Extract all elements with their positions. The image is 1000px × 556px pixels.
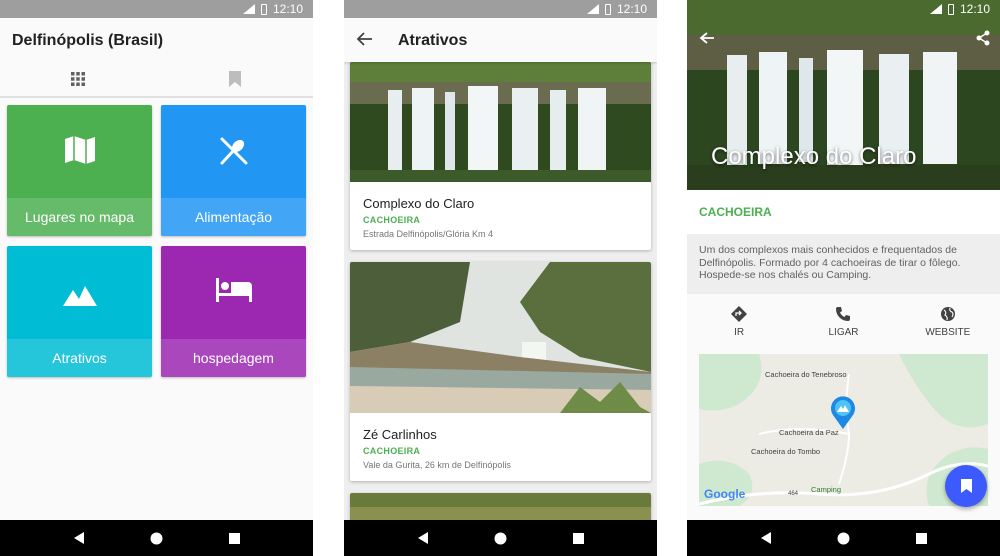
back-arrow-icon[interactable]: [356, 30, 374, 48]
grid-icon: [71, 72, 86, 86]
phone-icon: [836, 307, 851, 321]
directions-icon: [731, 306, 748, 322]
website-button[interactable]: WEBSITE: [896, 294, 1000, 350]
map-label: Camping: [811, 485, 842, 494]
signal-icon: [929, 4, 942, 14]
bookmark-icon: [960, 479, 972, 493]
status-time: 12:10: [959, 2, 990, 16]
battery-icon: [947, 3, 954, 15]
list-item[interactable]: Complexo do Claro CACHOEIRA Estrada Delf…: [350, 62, 651, 250]
home-screen: 12:10 Delfinópolis (Brasil) Lugares no m…: [0, 0, 313, 556]
action-bar: IR LIGAR WEBSITE: [687, 294, 1000, 350]
back-nav-icon[interactable]: [417, 532, 429, 544]
bookmark-icon: [228, 71, 241, 87]
back-arrow-icon[interactable]: [699, 30, 715, 46]
signal-icon: [242, 4, 255, 14]
map-pin-icon[interactable]: [830, 396, 856, 430]
back-nav-icon[interactable]: [760, 532, 772, 544]
home-nav-icon[interactable]: [494, 532, 507, 545]
card-title: Zé Carlinhos: [363, 427, 437, 442]
card-category: CACHOEIRA: [363, 215, 421, 225]
status-time: 12:10: [272, 2, 303, 16]
tile-label: Alimentação: [161, 198, 306, 236]
tile-label: Lugares no mapa: [7, 198, 152, 236]
action-label: IR: [734, 327, 745, 338]
list-item[interactable]: Zé Carlinhos CACHOEIRA Vale da Gurita, 2…: [350, 262, 651, 481]
tile-label: hospedagem: [161, 339, 306, 377]
category-label: CACHOEIRA: [699, 205, 772, 219]
signal-icon: [586, 4, 599, 14]
tab-grid[interactable]: [0, 62, 157, 98]
card-category: CACHOEIRA: [363, 446, 421, 456]
share-icon[interactable]: [976, 30, 990, 46]
hotel-bed-icon: [215, 278, 252, 302]
map-label: Cachoeira do Tombo: [751, 447, 821, 456]
back-nav-icon[interactable]: [73, 532, 85, 544]
action-label: WEBSITE: [925, 327, 971, 338]
system-nav-bar: [344, 520, 657, 556]
call-button[interactable]: LIGAR: [791, 294, 895, 350]
page-title: Atrativos: [398, 32, 468, 49]
attractions-screen: 12:10 Atrativos Complexo do Claro CACHOE…: [344, 0, 657, 556]
google-logo: Google: [704, 487, 746, 501]
tile-lugares-no-mapa[interactable]: Lugares no mapa: [7, 105, 152, 236]
waterfall-photo: [350, 62, 651, 182]
hero-header: Complexo do Claro: [687, 0, 1000, 190]
action-label: LIGAR: [828, 327, 859, 338]
landscape-icon: [62, 286, 97, 306]
waterfall-photo: [350, 262, 651, 413]
description: Um dos complexos mais conhecidos e frequ…: [687, 234, 1000, 294]
home-nav-icon[interactable]: [837, 532, 850, 545]
map-icon: [64, 136, 95, 164]
map-label: Cachoeira do Tenebroso: [765, 370, 847, 379]
status-bar: 12:10: [687, 0, 1000, 18]
globe-icon: [940, 307, 955, 321]
tile-hospedagem[interactable]: hospedagem: [161, 246, 306, 377]
battery-icon: [604, 3, 611, 15]
status-time: 12:10: [616, 2, 647, 16]
tile-atrativos[interactable]: Atrativos: [7, 246, 152, 377]
road-number: 464: [788, 491, 799, 497]
system-nav-bar: [687, 520, 1000, 556]
system-nav-bar: [0, 520, 313, 556]
directions-button[interactable]: IR: [687, 294, 791, 350]
card-address: Estrada Delfinópolis/Glória Km 4: [363, 229, 494, 239]
recents-nav-icon[interactable]: [573, 532, 585, 544]
status-bar: 12:10: [0, 0, 313, 18]
card-address: Vale da Gurita, 26 km de Delfinópolis: [363, 460, 511, 470]
app-bar: Atrativos: [344, 18, 657, 62]
app-bar: Delfinópolis (Brasil): [0, 18, 313, 62]
tile-label: Atrativos: [7, 339, 152, 377]
card-title: Complexo do Claro: [363, 196, 475, 211]
page-title: Delfinópolis (Brasil): [12, 32, 164, 49]
bookmark-fab[interactable]: [945, 465, 987, 507]
tab-bookmarks[interactable]: [157, 62, 314, 96]
recents-nav-icon[interactable]: [229, 532, 241, 544]
status-bar: 12:10: [344, 0, 657, 18]
tab-bar: [0, 62, 313, 98]
home-nav-icon[interactable]: [150, 532, 163, 545]
restaurant-icon: [220, 137, 247, 165]
category-row: CACHOEIRA: [687, 190, 1000, 234]
page-title: Complexo do Claro: [711, 143, 917, 170]
detail-screen: 12:10 Complexo do Claro CACHOEIRA Um dos…: [687, 0, 1000, 556]
battery-icon: [260, 3, 267, 15]
recents-nav-icon[interactable]: [916, 532, 928, 544]
tile-alimentacao[interactable]: Alimentação: [161, 105, 306, 236]
